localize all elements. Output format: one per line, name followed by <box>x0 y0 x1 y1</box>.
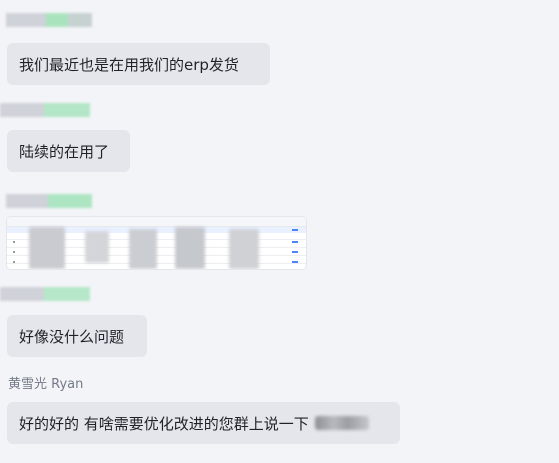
table-row <box>13 251 15 253</box>
redacted-cell <box>229 229 259 269</box>
table-link <box>292 261 298 263</box>
redacted-cell <box>85 231 109 263</box>
message-text: 陆续的在用了 <box>19 142 110 161</box>
sender-name-redacted <box>6 13 92 27</box>
message-text: 好的好的 有啥需要优化改进的您群上说一下 <box>19 414 309 433</box>
table-row <box>13 241 15 243</box>
redacted-cell <box>29 227 65 269</box>
sender-name-redacted <box>0 103 90 117</box>
shared-screenshot-image[interactable] <box>7 217 306 269</box>
table-header <box>7 217 306 227</box>
sender-name-redacted <box>0 287 90 301</box>
chat-message-list: 我们最近也是在用我们的erp发货 陆续的在用了 好像没什么问题 黄雪光 Ryan… <box>0 0 559 463</box>
message-text: 我们最近也是在用我们的erp发货 <box>19 55 239 74</box>
table-link <box>292 251 298 253</box>
sender-name: 黄雪光 Ryan <box>8 377 84 392</box>
message-bubble[interactable]: 陆续的在用了 <box>7 130 130 172</box>
message-bubble[interactable]: 好的好的 有啥需要优化改进的您群上说一下 <box>7 402 400 444</box>
table-link <box>292 229 298 231</box>
message-text: 好像没什么问题 <box>19 327 125 346</box>
redacted-cell <box>175 227 205 269</box>
table-link <box>292 241 298 243</box>
redacted-cell <box>129 229 157 269</box>
table-row <box>13 261 15 263</box>
mention-redacted[interactable] <box>314 416 369 430</box>
message-bubble[interactable]: 我们最近也是在用我们的erp发货 <box>7 43 270 85</box>
message-bubble[interactable]: 好像没什么问题 <box>7 315 147 357</box>
sender-name-redacted <box>6 194 92 208</box>
